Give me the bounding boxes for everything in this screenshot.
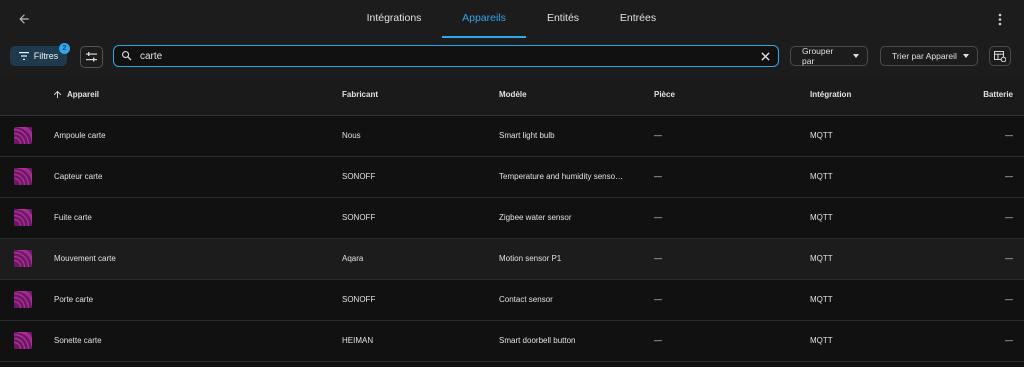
- device-area: —: [654, 213, 662, 222]
- table-row[interactable]: Porte carte SONOFF Contact sensor — MQTT…: [0, 280, 1024, 321]
- device-model: Contact sensor: [499, 295, 553, 304]
- table-settings-button[interactable]: [989, 46, 1011, 66]
- column-header-integration[interactable]: Intégration: [810, 75, 851, 115]
- tab-integrations[interactable]: Intégrations: [354, 0, 434, 38]
- device-manufacturer: Aqara: [342, 254, 364, 263]
- filters-count-badge: 2: [59, 43, 70, 54]
- device-name: Mouvement carte: [54, 254, 116, 263]
- device-battery: —: [1005, 295, 1013, 304]
- tune-icon: [86, 52, 97, 62]
- device-name: Capteur carte: [54, 172, 103, 181]
- device-model: Temperature and humidity senso…: [499, 172, 624, 181]
- tab-helpers[interactable]: Entrées: [610, 0, 666, 38]
- arrow-up-icon: [53, 91, 62, 99]
- device-manufacturer: SONOFF: [342, 295, 376, 304]
- table-row[interactable]: Capteur carte SONOFF Temperature and hum…: [0, 157, 1024, 198]
- device-model: Zigbee water sensor: [499, 213, 572, 222]
- clear-search-button[interactable]: [758, 49, 772, 63]
- device-integration: MQTT: [810, 295, 833, 304]
- device-model: Smart light bulb: [499, 131, 555, 140]
- tab-devices[interactable]: Appareils: [442, 0, 526, 38]
- column-header-battery[interactable]: Batterie: [983, 75, 1013, 115]
- column-header-model[interactable]: Modèle: [499, 75, 527, 115]
- device-manufacturer: SONOFF: [342, 172, 376, 181]
- device-integration: MQTT: [810, 336, 833, 345]
- caret-down-icon: [853, 54, 859, 58]
- column-label-device: Appareil: [67, 90, 100, 99]
- device-integration: MQTT: [810, 131, 833, 140]
- overflow-menu-button[interactable]: [990, 10, 1010, 28]
- search-input[interactable]: [140, 48, 740, 64]
- group-by-label: Grouper par: [802, 46, 834, 66]
- dots-vertical-icon: [998, 13, 1002, 25]
- tab-entities[interactable]: Entités: [536, 0, 590, 38]
- table-row[interactable]: Mouvement carte Aqara Motion sensor P1 —…: [0, 239, 1024, 280]
- group-by-dropdown[interactable]: Grouper par: [790, 46, 868, 66]
- filter-icon: [18, 52, 29, 60]
- device-name: Sonette carte: [54, 336, 102, 345]
- device-model: Motion sensor P1: [499, 254, 562, 263]
- device-integration: MQTT: [810, 254, 833, 263]
- mqtt-icon: [14, 209, 32, 226]
- device-name: Ampoule carte: [54, 131, 106, 140]
- filters-label: Filtres: [33, 51, 59, 61]
- device-battery: —: [1005, 131, 1013, 140]
- table-body: Ampoule carte Nous Smart light bulb — MQ…: [0, 116, 1024, 362]
- device-integration: MQTT: [810, 172, 833, 181]
- selection-mode-button[interactable]: [80, 46, 103, 68]
- mqtt-icon: [14, 332, 32, 349]
- table-header: Appareil Fabricant Modèle Pièce Intégrat…: [0, 75, 1024, 116]
- device-area: —: [654, 131, 662, 140]
- device-name: Fuite carte: [54, 213, 92, 222]
- mqtt-icon: [14, 168, 32, 185]
- sort-by-label: Trier par Appareil: [892, 51, 957, 61]
- sort-by-dropdown[interactable]: Trier par Appareil: [880, 46, 978, 66]
- device-integration: MQTT: [810, 213, 833, 222]
- search-field[interactable]: [113, 45, 779, 67]
- device-area: —: [654, 254, 662, 263]
- mqtt-icon: [14, 291, 32, 308]
- toolbar: Filtres 2 Grouper par Trier par Appareil: [0, 38, 1024, 75]
- device-manufacturer: SONOFF: [342, 213, 376, 222]
- column-header-area[interactable]: Pièce: [654, 75, 675, 115]
- mqtt-icon: [14, 250, 32, 267]
- device-manufacturer: HEIMAN: [342, 336, 374, 345]
- table-row[interactable]: Sonette carte HEIMAN Smart doorbell butt…: [0, 321, 1024, 362]
- column-header-device[interactable]: Appareil: [52, 75, 99, 115]
- device-battery: —: [1005, 172, 1013, 181]
- search-icon: [122, 51, 132, 61]
- table-row[interactable]: Ampoule carte Nous Smart light bulb — MQ…: [0, 116, 1024, 157]
- device-area: —: [654, 172, 662, 181]
- column-header-manufacturer[interactable]: Fabricant: [342, 75, 378, 115]
- device-name: Porte carte: [54, 295, 94, 304]
- device-model: Smart doorbell button: [499, 336, 576, 345]
- device-manufacturer: Nous: [342, 131, 361, 140]
- table-cog-icon: [994, 50, 1006, 62]
- device-battery: —: [1005, 254, 1013, 263]
- device-battery: —: [1005, 213, 1013, 222]
- device-area: —: [654, 295, 662, 304]
- tab-bar: Intégrations Appareils Entités Entrées: [0, 0, 1024, 38]
- device-area: —: [654, 336, 662, 345]
- mqtt-icon: [14, 127, 32, 144]
- device-battery: —: [1005, 336, 1013, 345]
- top-bar: Intégrations Appareils Entités Entrées: [0, 0, 1024, 39]
- close-icon: [760, 51, 770, 61]
- caret-down-icon: [963, 54, 969, 58]
- table-row[interactable]: Fuite carte SONOFF Zigbee water sensor —…: [0, 198, 1024, 239]
